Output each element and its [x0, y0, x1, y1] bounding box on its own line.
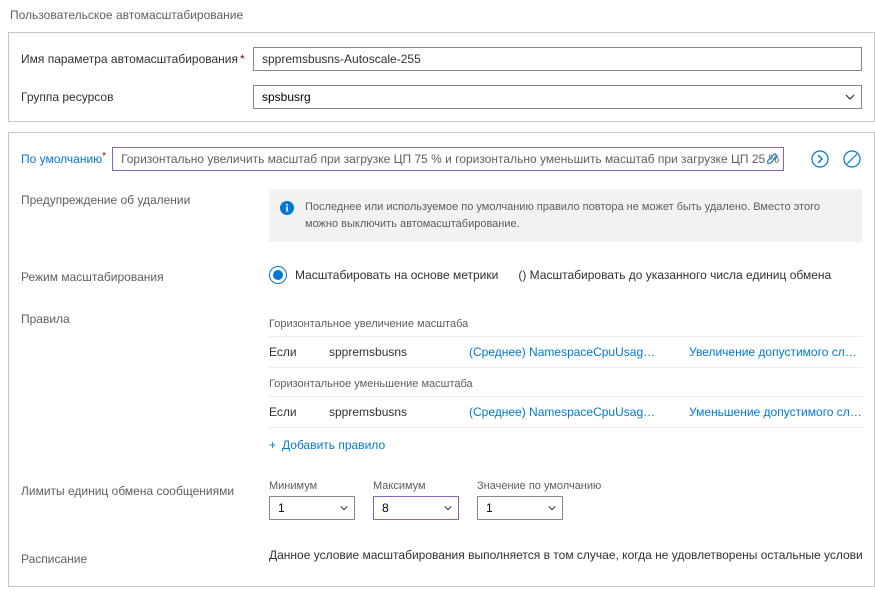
rules-row: Правила Горизонтальное увеличение масшта…	[21, 308, 862, 452]
scale-mode-label: Режим масштабирования	[21, 266, 269, 284]
limit-max-select[interactable]: 8	[373, 496, 459, 520]
rule-if-word: Если	[269, 405, 329, 419]
limits-row: Лимиты единиц обмена сообщениями Минимум…	[21, 480, 862, 520]
delete-forbidden-button[interactable]	[842, 149, 862, 169]
add-rule-button[interactable]: + Добавить правило	[269, 428, 862, 452]
name-row: Имя параметра автомасштабирования*	[21, 47, 862, 71]
delete-warning-infobox: Последнее или используемое по умолчанию …	[269, 189, 862, 242]
scale-out-rule[interactable]: Если sppremsbusns (Среднее) NamespaceCpu…	[269, 337, 862, 368]
radio-fixed-label: () Масштабировать до указанного числа ед…	[518, 268, 831, 282]
autoscale-name-input[interactable]	[253, 47, 862, 71]
name-label: Имя параметра автомасштабирования*	[21, 52, 253, 66]
radio-metric-label: Масштабировать на основе метрики	[295, 268, 498, 282]
info-icon	[279, 200, 295, 222]
limit-max-label: Максимум	[373, 480, 459, 492]
schedule-text: Данное условие масштабирования выполняет…	[269, 548, 862, 566]
delete-warning-label: Предупреждение об удалении	[21, 189, 269, 242]
limit-default-select[interactable]: 1	[477, 496, 563, 520]
rule-action-link[interactable]: Увеличение допустимого следующ	[689, 345, 862, 359]
settings-panel: Имя параметра автомасштабирования* Групп…	[8, 32, 875, 122]
next-arrow-button[interactable]	[810, 149, 830, 169]
rule-source: sppremsbusns	[329, 405, 469, 419]
schedule-row: Расписание Данное условие масштабировани…	[21, 548, 862, 566]
schedule-label: Расписание	[21, 548, 269, 566]
rule-source: sppremsbusns	[329, 345, 469, 359]
rg-label: Группа ресурсов	[21, 90, 253, 104]
delete-warning-row: Предупреждение об удалении Последнее или…	[21, 189, 862, 242]
rule-action-link[interactable]: Уменьшение допустимого следую	[689, 405, 862, 419]
rg-row: Группа ресурсов spsbusrg	[21, 85, 862, 109]
limit-min-select[interactable]: 1	[269, 496, 355, 520]
rule-if-word: Если	[269, 345, 329, 359]
plus-icon: +	[269, 438, 276, 452]
limits-label: Лимиты единиц обмена сообщениями	[21, 480, 269, 520]
scale-mode-row: Режим масштабирования Масштабировать на …	[21, 266, 862, 284]
scale-in-heading: Горизонтальное уменьшение масштаба	[269, 372, 862, 397]
rule-metric-link[interactable]: (Среднее) NamespaceCpuUsag…	[469, 405, 689, 419]
scale-in-rule[interactable]: Если sppremsbusns (Среднее) NamespaceCpu…	[269, 397, 862, 428]
required-asterisk: *	[240, 52, 245, 66]
default-tab[interactable]: По умолчанию*	[21, 152, 106, 166]
edit-pencil-icon[interactable]	[766, 151, 780, 168]
condition-description-box[interactable]: Горизонтально увеличить масштаб при загр…	[112, 147, 784, 171]
scale-out-heading: Горизонтальное увеличение масштаба	[269, 312, 862, 337]
radio-metric[interactable]	[269, 266, 287, 284]
page-section-title: Пользовательское автомасштабирование	[10, 8, 875, 22]
limit-default-label: Значение по умолчанию	[477, 480, 601, 492]
limit-min-label: Минимум	[269, 480, 355, 492]
resource-group-select[interactable]: spsbusrg	[253, 85, 862, 109]
rules-label: Правила	[21, 308, 269, 452]
condition-header: По умолчанию* Горизонтально увеличить ма…	[21, 147, 862, 171]
rule-metric-link[interactable]: (Среднее) NamespaceCpuUsag…	[469, 345, 689, 359]
scale-condition-panel: По умолчанию* Горизонтально увеличить ма…	[8, 132, 875, 587]
